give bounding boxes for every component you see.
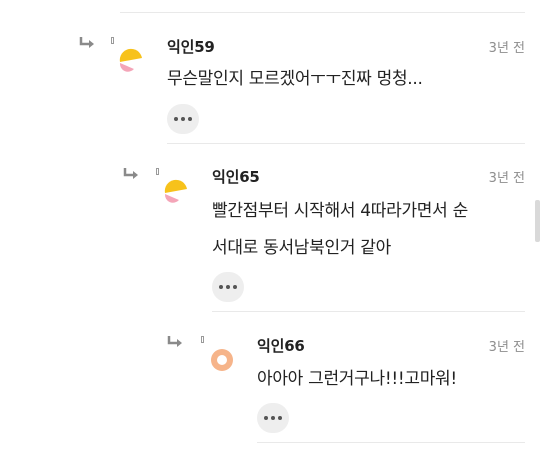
more-dot-icon: [271, 416, 275, 420]
comment-divider: [212, 311, 525, 312]
comment-time: 3년 전: [488, 171, 525, 186]
more-dot-icon: [219, 285, 223, 289]
comment-text: 무슨말인지 모르겠어ㅜㅜ진짜 멍청...: [167, 69, 423, 89]
more-dot-icon: [264, 416, 268, 420]
comment-marker-icon: [201, 336, 204, 343]
more-dot-icon: [233, 285, 237, 289]
comment-time: 3년 전: [488, 340, 525, 355]
comment-marker-icon: [111, 37, 114, 44]
reply-arrow-icon: [123, 168, 138, 179]
top-divider: [120, 12, 525, 13]
more-options-button[interactable]: [257, 403, 289, 433]
comment-text-line: 빨간점부터 시작해서 4따라가면서 순: [212, 201, 468, 221]
more-dot-icon: [188, 117, 192, 121]
more-dot-icon: [174, 117, 178, 121]
comment-divider: [167, 143, 525, 144]
scrollbar-thumb[interactable]: [535, 200, 540, 242]
more-options-button[interactable]: [167, 104, 199, 134]
more-options-button[interactable]: [212, 272, 244, 302]
avatar: [119, 48, 142, 72]
comment-nickname[interactable]: 익인65: [212, 166, 260, 187]
comment-text-line: 서대로 동서남북인거 같아: [212, 238, 391, 258]
comment-nickname[interactable]: 익인66: [257, 335, 305, 356]
reply-arrow-icon: [79, 37, 94, 48]
reply-arrow-icon: [167, 336, 182, 347]
avatar: [211, 349, 233, 371]
comment-marker-icon: [156, 168, 159, 175]
comment-text: 아아아 그런거구나!!!고마워!: [257, 369, 457, 389]
comment-divider: [257, 442, 525, 443]
more-dot-icon: [181, 117, 185, 121]
comment-nickname[interactable]: 익인59: [167, 36, 215, 57]
comment-time: 3년 전: [488, 41, 525, 56]
avatar: [164, 179, 187, 203]
more-dot-icon: [226, 285, 230, 289]
more-dot-icon: [278, 416, 282, 420]
